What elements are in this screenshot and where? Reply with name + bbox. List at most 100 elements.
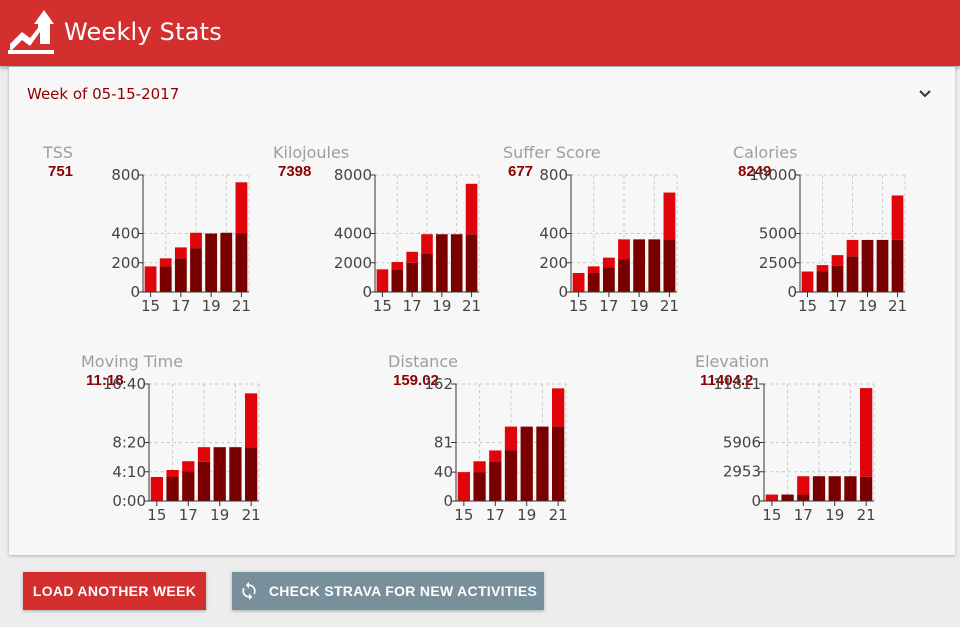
bar-base[interactable] [781,494,794,501]
bar-base[interactable] [489,461,502,501]
bar-new[interactable] [618,239,630,260]
chevron-down-icon[interactable] [917,87,933,101]
bar-new[interactable] [421,234,433,254]
bar-new[interactable] [663,192,676,240]
bar-new[interactable] [190,232,202,249]
bar-base[interactable] [831,265,844,292]
bar-new[interactable] [801,271,814,292]
calories-chart: Calories 8249 0 2500 5000 10000 15 17 19 21 [733,143,915,333]
bar-base[interactable] [844,476,857,501]
bar-base[interactable] [235,233,248,293]
x-tick-label: 21 [462,297,481,315]
bar-base[interactable] [618,259,630,292]
bar-base[interactable] [891,239,904,292]
bar-base[interactable] [190,248,202,292]
bar-base[interactable] [633,239,646,292]
bar-base[interactable] [205,233,218,293]
bar-base[interactable] [213,447,226,501]
bar-base[interactable] [166,477,179,501]
bar-new[interactable] [182,461,195,472]
bar-new[interactable] [860,388,873,477]
x-tick-label: 17 [403,297,422,315]
bar-base[interactable] [797,494,810,501]
bar-base[interactable] [197,461,211,501]
bar-new[interactable] [197,447,211,462]
bar-new[interactable] [816,265,829,272]
chart-plot: 0:00 4:10 8:20 16:40 15 17 19 21 [103,375,261,524]
bar-base[interactable] [860,476,873,501]
bar-base[interactable] [504,450,518,501]
bar-new[interactable] [144,266,157,292]
bar-new[interactable] [457,472,470,501]
bar-new[interactable] [765,494,778,501]
week-header[interactable]: Week of 05-15-2017 [27,85,179,103]
bar-new[interactable] [552,388,565,427]
bar-new[interactable] [391,262,404,270]
x-tick-label: 15 [147,506,166,524]
bar-new[interactable] [465,183,478,235]
bar-base[interactable] [229,447,242,501]
chart-plot: 0 40 81 162 15 17 19 21 [424,375,567,524]
bar-new[interactable] [891,195,904,240]
bar-base[interactable] [663,239,676,292]
bar-base[interactable] [473,472,486,501]
trend-arrow-icon [8,10,54,54]
bar-new[interactable] [797,476,810,495]
bar-base[interactable] [421,253,433,292]
bar-base[interactable] [536,426,549,501]
y-tick-label: 162 [424,375,453,393]
app-title: Weekly Stats [64,18,222,46]
y-tick-label: 400 [111,225,140,243]
bar-base[interactable] [450,234,463,292]
bar-new[interactable] [235,182,248,234]
x-tick-label: 15 [569,297,588,315]
bar-new[interactable] [504,426,518,451]
bar-base[interactable] [406,262,418,292]
bar-base[interactable] [552,426,565,501]
bar-new[interactable] [174,247,187,259]
bar-base[interactable] [861,239,874,292]
x-tick-label: 19 [630,297,649,315]
bar-new[interactable] [150,477,163,501]
bar-new[interactable] [473,461,486,473]
bar-base[interactable] [520,426,533,501]
bar-new[interactable] [587,266,600,273]
bar-base[interactable] [436,234,448,292]
bar-base[interactable] [465,234,478,292]
bar-base[interactable] [816,271,829,292]
bar-new[interactable] [602,257,615,268]
y-tick-label: 8000 [334,166,372,184]
bar-base[interactable] [828,476,841,501]
bar-base[interactable] [812,476,826,501]
bar-base[interactable] [245,447,258,501]
bar-new[interactable] [489,450,502,462]
bar-new[interactable] [166,469,179,478]
bar-base[interactable] [174,258,187,292]
load-another-week-button[interactable]: LOAD ANOTHER WEEK [23,572,206,610]
bar-new[interactable] [406,251,418,263]
distance-chart: Distance 159.02 0 40 81 162 15 17 19 21 [388,352,576,542]
bar-base[interactable] [876,239,889,292]
bar-base[interactable] [159,266,172,292]
bar-new[interactable] [831,255,844,266]
bar-base[interactable] [587,272,600,292]
bar-base[interactable] [182,471,195,501]
app-bar: Weekly Stats [0,0,960,66]
x-tick-label: 17 [599,297,618,315]
bar-base[interactable] [220,232,233,292]
y-tick-label: 0 [443,492,453,510]
bar-new[interactable] [159,258,172,267]
bar-new[interactable] [572,272,585,292]
bar-new[interactable] [376,269,389,292]
bar-base[interactable] [391,269,404,292]
bar-new[interactable] [846,239,859,257]
x-tick-label: 21 [242,506,261,524]
bar-new[interactable] [245,393,258,448]
bar-base[interactable] [648,239,661,292]
check-strava-button[interactable]: CHECK STRAVA FOR NEW ACTIVITIES [232,572,544,610]
x-tick-label: 21 [888,297,907,315]
bar-base[interactable] [846,256,859,292]
y-tick-label: 8:20 [112,434,146,452]
tss-chart: TSS 751 0 200 400 800 15 17 19 21 [43,143,259,333]
bar-base[interactable] [602,267,615,292]
